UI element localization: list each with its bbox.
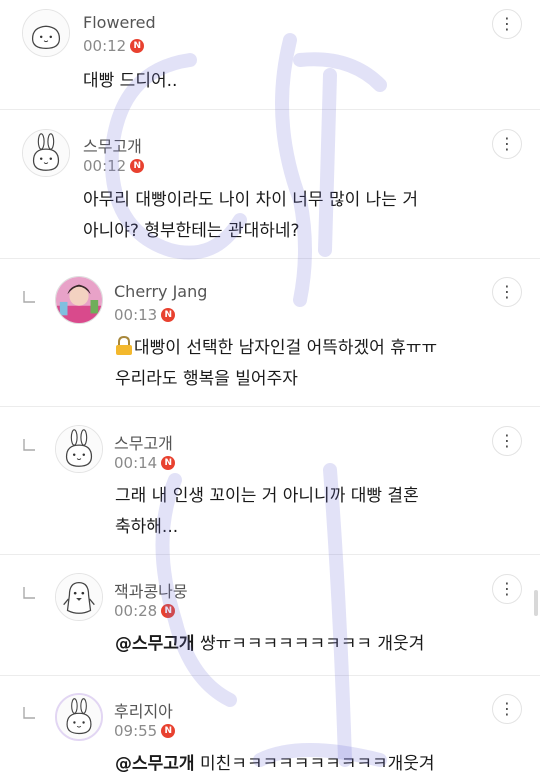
- timestamp-row: 00:12 N: [83, 37, 145, 55]
- mention-link[interactable]: @스무고개: [115, 754, 195, 774]
- comment-text: 대빵 드디어..: [83, 71, 178, 91]
- more-options-button[interactable]: ⋮: [492, 277, 522, 307]
- author-name[interactable]: Cherry Jang: [114, 282, 207, 301]
- timestamp-row: 09:55 N: [114, 722, 176, 740]
- more-options-button[interactable]: ⋮: [492, 574, 522, 604]
- reply-arrow-icon: [23, 291, 35, 303]
- author-name[interactable]: 스무고개: [114, 430, 173, 454]
- profile-photo-icon: [56, 277, 102, 323]
- kebab-icon: ⋮: [499, 699, 515, 718]
- timestamp: 00:14: [114, 454, 158, 472]
- more-options-button[interactable]: ⋮: [492, 129, 522, 159]
- timestamp-row: 00:13 N: [114, 306, 176, 324]
- penguin-icon: [56, 574, 102, 620]
- kebab-icon: ⋮: [499, 282, 515, 301]
- reply-arrow-icon: [23, 587, 35, 599]
- timestamp: 00:12: [83, 37, 127, 55]
- divider: [0, 109, 540, 110]
- timestamp: 00:13: [114, 306, 158, 324]
- timestamp-row: 00:14 N: [114, 454, 176, 472]
- avatar[interactable]: [22, 9, 70, 57]
- comment-text: 아무리 대빵이라도 나이 차이 너무 많이 나는 거 아니야? 형부한테는 관대…: [83, 190, 418, 241]
- timestamp: 09:55: [114, 722, 158, 740]
- avatar[interactable]: [55, 276, 103, 324]
- avatar[interactable]: [22, 129, 70, 177]
- new-badge: N: [130, 39, 145, 53]
- comment-text: 그래 내 인생 꼬이는 거 아니니까 대빵 결혼 축하해...: [115, 486, 419, 537]
- new-badge: N: [161, 456, 176, 470]
- kebab-icon: ⋮: [499, 431, 515, 450]
- timestamp-row: 00:12 N: [83, 157, 145, 175]
- divider: [0, 675, 540, 676]
- bunny-face-icon: [23, 10, 69, 56]
- new-badge: N: [161, 308, 176, 322]
- comment-text: @스무고개 미친ㅋㅋㅋㅋㅋㅋㅋㅋㅋㅋ개웃겨: [115, 754, 435, 774]
- new-badge: N: [161, 604, 176, 618]
- author-name[interactable]: 스무고개: [83, 133, 142, 157]
- new-badge: N: [130, 159, 145, 173]
- bunny-icon: [57, 695, 101, 739]
- bunny-icon: [23, 130, 69, 176]
- divider: [0, 406, 540, 407]
- kebab-icon: ⋮: [499, 579, 515, 598]
- author-name[interactable]: 후리지아: [114, 698, 173, 722]
- author-name[interactable]: Flowered: [83, 13, 156, 32]
- bunny-icon: [56, 426, 102, 472]
- timestamp: 00:28: [114, 602, 158, 620]
- timestamp-row: 00:28 N: [114, 602, 176, 620]
- divider: [0, 554, 540, 555]
- author-name[interactable]: 잭과콩나뭉: [114, 578, 188, 602]
- scrollbar-thumb[interactable]: [534, 590, 538, 616]
- more-options-button[interactable]: ⋮: [492, 694, 522, 724]
- comment-text: @스무고개 썅ㅠㅋㅋㅋㅋㅋㅋㅋㅋㅋ 개웃겨: [115, 634, 425, 654]
- avatar[interactable]: [55, 425, 103, 473]
- kebab-icon: ⋮: [499, 14, 515, 33]
- lock-icon: [116, 336, 132, 355]
- mention-link[interactable]: @스무고개: [115, 634, 195, 654]
- reply-arrow-icon: [23, 707, 35, 719]
- avatar[interactable]: [55, 693, 103, 741]
- kebab-icon: ⋮: [499, 134, 515, 153]
- divider: [0, 258, 540, 259]
- new-badge: N: [161, 724, 176, 738]
- timestamp: 00:12: [83, 157, 127, 175]
- more-options-button[interactable]: ⋮: [492, 426, 522, 456]
- more-options-button[interactable]: ⋮: [492, 9, 522, 39]
- comment-text: 대빵이 선택한 남자인걸 어뜩하겠어 휴ㅠㅠ 우리라도 행복을 빌어주자: [115, 336, 438, 389]
- reply-arrow-icon: [23, 439, 35, 451]
- avatar[interactable]: [55, 573, 103, 621]
